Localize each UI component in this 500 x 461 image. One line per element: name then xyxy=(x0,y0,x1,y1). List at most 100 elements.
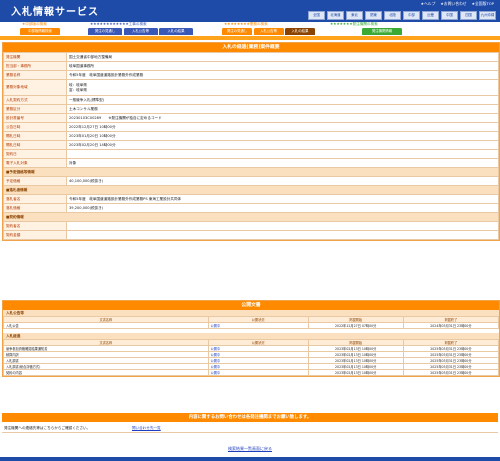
service-result-button[interactable]: 入札の結果 xyxy=(285,28,315,35)
region-tab-chubu[interactable]: 中部 xyxy=(403,11,420,20)
summary-key: 業務区分 xyxy=(3,104,67,114)
header-bar: 入札情報サービス ★ヘルプ ★お問い合わせ ★全国版TOP 全国 北海道 東北 … xyxy=(0,0,500,22)
summary-value: 国土交通省中部地方整備局 xyxy=(66,52,499,62)
menu-underline xyxy=(0,36,500,40)
help-link[interactable]: ★ヘルプ xyxy=(421,1,436,7)
region-tab-tohoku[interactable]: 東北 xyxy=(346,11,363,20)
document-status-link[interactable]: 公開中 xyxy=(207,369,309,376)
region-tab-hokuriku[interactable]: 北陸 xyxy=(384,11,401,20)
construction-result-button[interactable]: 入札の結果 xyxy=(159,28,193,35)
summary-row: 設計書番号 20230103C00289 ※発注機関が独自に定めるコード xyxy=(3,113,499,123)
document-date: 2022年12月27日 07時00分 xyxy=(307,322,404,329)
summary-key: 入札契約方式 xyxy=(3,95,67,105)
table-row: 契約の内容 公開中 2023年02月13日 10時00分 2025年03月31日 23… xyxy=(3,369,500,376)
summary-key: 予定価格 xyxy=(3,176,67,186)
summary-section-title: ■落札者情報 xyxy=(3,185,499,195)
case-summary-title: 入札の経過(業務)案件概要 xyxy=(3,43,499,52)
public-documents-title: 公開文書 xyxy=(3,301,499,310)
summary-value: 一般競争入札(標準型) xyxy=(66,95,499,105)
case-summary-panel: 入札の経過(業務)案件概要 発注機関 国土交通省中部地方整備局 担当部・事務所 岐阜国… xyxy=(2,42,500,241)
summary-value: 対象 xyxy=(66,158,499,168)
region-tab-kanto[interactable]: 関東 xyxy=(365,11,382,20)
summary-value: 2022年12月27日 10時00分 xyxy=(66,122,499,132)
footer-bar xyxy=(0,457,500,461)
public-documents-panel: 公開文書 入札公告等 文書名称 公開状況 掲載開始 掲載終了 入札公告 公開中 2022年1… xyxy=(2,300,500,377)
summary-section-row: ■落札者情報 xyxy=(3,185,499,195)
region-tab-zenkoku[interactable]: 全国 xyxy=(308,11,325,20)
summary-value: 20230103C00289 ※発注機関が独自に定めるコード xyxy=(66,113,499,123)
document-date: 2025年03月31日 23時00分 xyxy=(402,369,500,376)
contact-row: 発注機関への連絡先等はこちらからご確認ください。 問い合わせ先一覧 xyxy=(2,424,498,433)
menu-group-label: ★★★★★★★★★★★★工事の検索 xyxy=(90,22,147,26)
app-title: 入札情報サービス xyxy=(11,7,99,18)
summary-row: 開札日時 2023年01月20日 10時00分 xyxy=(3,131,499,141)
region-tab-kyushu[interactable]: 九州沖縄 xyxy=(479,11,496,20)
summary-value: 土木コンサル業務 xyxy=(66,104,499,114)
summary-row: 担当部・事務所 岐阜国道事務所 xyxy=(3,61,499,71)
summary-row: 業務名称 令和5年度 岐阜国道道路設計業務外作成業務 xyxy=(3,70,499,80)
region-tab-hokkaido[interactable]: 北海道 xyxy=(327,11,344,20)
summary-row: 公告日時 2022年12月27日 10時00分 xyxy=(3,122,499,132)
summary-row: 入札契約方式 一般競争入札(標準型) xyxy=(3,95,499,105)
summary-value: 2023年02月20日 14時00分 xyxy=(66,140,499,150)
utility-links: ★ヘルプ ★お問い合わせ ★全国版TOP xyxy=(421,1,494,7)
summary-key: 業務対象地域 xyxy=(3,79,67,96)
document-status-link[interactable]: 公開中 xyxy=(207,322,309,329)
summary-row: 落札価格 39,200,000(税抜き) xyxy=(3,203,499,213)
contact-bar: 内容に関するお問い合わせは各発注機関までお願い致します。 xyxy=(2,413,498,422)
document-date: 2024年03月31日 23時00分 xyxy=(402,322,500,329)
summary-value xyxy=(66,221,499,231)
summary-key: 契約日 xyxy=(3,149,67,159)
summary-value: 39,200,000(税抜き) xyxy=(66,203,499,213)
table-row: 入札公告 公開中 2022年12月27日 07時00分 2024年03月31日 23時… xyxy=(3,322,500,329)
agency-info-button[interactable]: 発注機関情報 xyxy=(362,28,402,35)
summary-key: 設計書番号 xyxy=(3,113,67,123)
service-notice-button[interactable]: 入札公告等 xyxy=(253,28,284,35)
summary-row: 予定価格 40,100,000(税抜き) xyxy=(3,176,499,186)
summary-row: 開札日時 2023年02月20日 14時00分 xyxy=(3,140,499,150)
contact-link[interactable]: ★お問い合わせ xyxy=(440,1,466,7)
summary-key: 開札日時 xyxy=(3,140,67,150)
region-tab-kinki[interactable]: 近畿 xyxy=(422,11,439,20)
document-name: 入札公告 xyxy=(3,322,209,329)
back-to-results-link[interactable]: 検索結果一覧画面に戻る xyxy=(0,446,500,452)
document-date: 2023年02月13日 10時00分 xyxy=(307,369,404,376)
menu-group-label: ★★★★★★★発注機関の検索 xyxy=(330,22,378,26)
summary-row: 発注機関 国土交通省中部地方整備局 xyxy=(3,52,499,62)
construction-notice-button[interactable]: 入札公告等 xyxy=(123,28,158,35)
contact-list-link[interactable]: 問い合わせ先一覧 xyxy=(132,426,161,431)
summary-value: 岐阜国道事務所 xyxy=(66,61,499,71)
case-summary-table: 発注機関 国土交通省中部地方整備局 担当部・事務所 岐阜国道事務所 業務名称 令和5年度 … xyxy=(3,52,499,240)
summary-section-title: ■契約情報 xyxy=(3,212,499,222)
summary-row: 契約日 xyxy=(3,149,499,159)
summary-row: 落札者名 令和5年度 岐阜国道道路設計業務外作成業務PS 東海工業設計共同体 xyxy=(3,194,499,204)
service-forecast-button[interactable]: 発注の見通し xyxy=(222,28,252,35)
summary-value: 令和5年度 岐阜国道道路設計業務外作成業務PS 東海工業設計共同体 xyxy=(66,194,499,204)
construction-forecast-button[interactable]: 発注の見通し xyxy=(88,28,122,35)
summary-key: 電子入札対象 xyxy=(3,158,67,168)
summary-row: 業務区分 土木コンサル業務 xyxy=(3,104,499,114)
summary-value xyxy=(66,149,499,159)
contact-text: 発注機関への連絡先等はこちらからご確認ください。 xyxy=(4,425,91,430)
summary-section-row: ■予定価格等情報 xyxy=(3,167,499,177)
summary-value: 40,100,000(税抜き) xyxy=(66,176,499,186)
national-top-link[interactable]: ★全国版TOP xyxy=(472,1,494,7)
summary-row: 電子入札対象 対象 xyxy=(3,158,499,168)
search-menu-bar: ★中部版の検索 中部版情報検索 ★★★★★★★★★★★★工事の検索 発注の見通し… xyxy=(0,22,500,36)
summary-value xyxy=(66,230,499,240)
document-name: 契約の内容 xyxy=(3,369,209,376)
summary-row: 業務対象地域 岐：岐阜県 富：岐阜県 xyxy=(3,79,499,96)
chubu-search-button[interactable]: 中部版情報検索 xyxy=(20,28,60,35)
region-tabs: 全国 北海道 東北 関東 北陸 中部 近畿 中国 四国 九州沖縄 xyxy=(308,11,496,20)
summary-value: 岐：岐阜県 富：岐阜県 xyxy=(66,79,499,96)
notice-documents-table: 文書名称 公開状況 掲載開始 掲載終了 入札公告 公開中 2022年12月27日 07時00… xyxy=(3,316,500,329)
region-tab-shikoku[interactable]: 四国 xyxy=(460,11,477,20)
summary-key: 落札者名 xyxy=(3,194,67,204)
menu-group-label: ★中部版の検索 xyxy=(22,22,47,26)
summary-key: 開札日時 xyxy=(3,131,67,141)
menu-group-label: ★★★★★★★★業務の検索 xyxy=(224,22,268,26)
region-tab-chugoku[interactable]: 中国 xyxy=(441,11,458,20)
summary-key: 契約者名 xyxy=(3,221,67,231)
summary-section-row: ■契約情報 xyxy=(3,212,499,222)
result-documents-table: 文書名称 公開状況 掲載開始 掲載終了 競争参加資格確認結果通知書 公開中 2023年02月… xyxy=(3,339,500,376)
